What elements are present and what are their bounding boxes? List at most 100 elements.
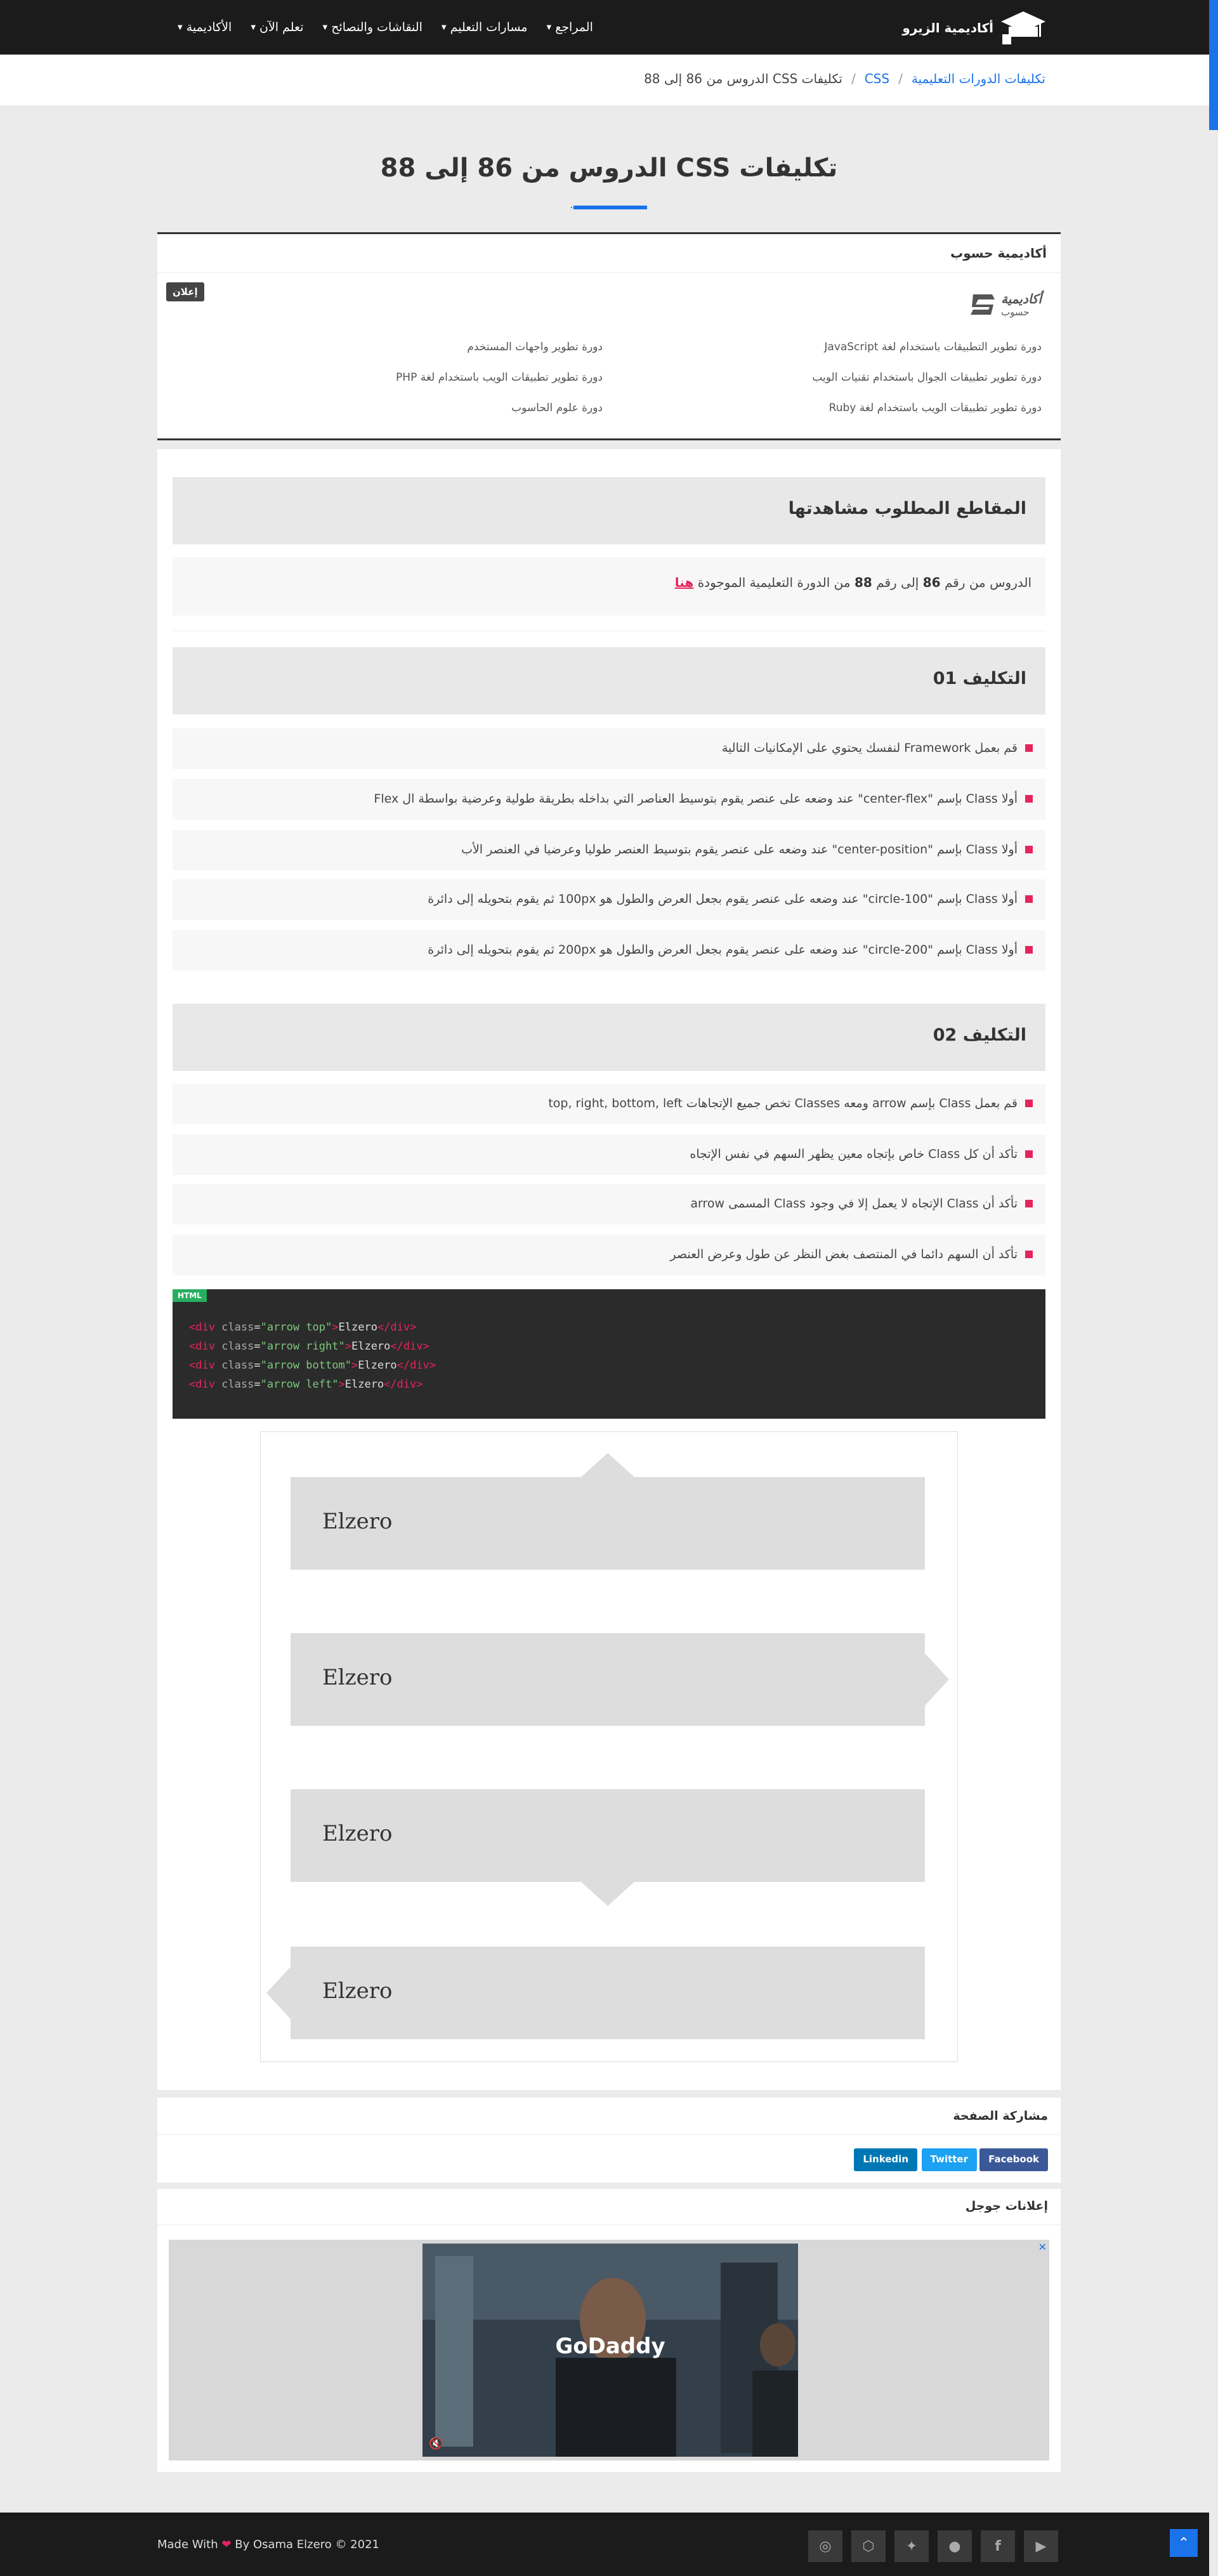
menu-references[interactable]: المراجع ▼ xyxy=(547,20,593,34)
code-line: <div class="arrow bottom">Elzero</div> xyxy=(189,1359,436,1372)
hasoub-logo[interactable]: أكاديمية حسوب xyxy=(969,291,1042,318)
ad-close-icon[interactable]: ✕ xyxy=(1038,2241,1047,2253)
course-link-cs[interactable]: دورة علوم الحاسوب xyxy=(511,402,603,414)
scrollbar-track[interactable] xyxy=(1209,0,1218,2576)
list-item-text: أولا Class بإسم "center-position" عند وض… xyxy=(461,843,1018,857)
ad-area[interactable]: ✕ GoDaddy 🔇 xyxy=(169,2240,1049,2461)
footer-credit: Made With ❤ By Osama Elzero © 2021 xyxy=(157,2538,379,2551)
code-line: <div class="arrow top">Elzero</div> xyxy=(189,1321,417,1334)
task2-heading: التكليف 02 xyxy=(173,1004,1045,1071)
divider xyxy=(157,272,1061,273)
youtube-icon[interactable]: ▶ xyxy=(1024,2530,1058,2562)
heart-icon: ❤ xyxy=(221,2538,232,2551)
chevron-down-icon: ▼ xyxy=(251,23,256,31)
arrow-top-box: Elzero xyxy=(291,1477,925,1570)
ad-video[interactable]: GoDaddy 🔇 xyxy=(422,2244,798,2457)
code-block[interactable]: HTML <div class="arrow top">Elzero</div>… xyxy=(173,1289,1045,1419)
arrow-right-box: Elzero xyxy=(291,1633,925,1726)
twitter-icon[interactable]: ✦ xyxy=(894,2530,929,2562)
google-ads-title: إعلانات جوجل xyxy=(965,2199,1048,2213)
menu-academy[interactable]: الأكاديمية ▼ xyxy=(178,20,232,34)
arrow-right-tip xyxy=(925,1653,949,1705)
chevron-down-icon: ▼ xyxy=(178,23,183,31)
list-item: تأكد أن Class الإتجاه لا يعمل إلا في وجو… xyxy=(173,1184,1045,1225)
hasoub-title: أكاديمية حسوب xyxy=(950,246,1047,261)
list-item-text: أولا Class بإسم "circle-200" عند وضعه عل… xyxy=(428,943,1018,957)
code-text: Elzero xyxy=(351,1340,391,1353)
arrow-box-label: Elzero xyxy=(322,1665,393,1690)
task2-title: التكليف 02 xyxy=(933,1025,1026,1045)
menu-discussions-label: النقاشات والنصائح xyxy=(331,20,422,34)
chevron-down-icon: ▼ xyxy=(546,23,552,31)
list-item-text: قم بعمل Framework لنفسك يحتوي على الإمكا… xyxy=(721,741,1018,755)
breadcrumb-root-link[interactable]: تكليفات الدورات التعليمية xyxy=(912,71,1045,86)
mute-icon[interactable]: 🔇 xyxy=(429,2437,443,2450)
share-twitter-button[interactable]: Twitter xyxy=(921,2148,977,2171)
list-item-text: أولا Class بإسم "center-flex" عند وضعه ع… xyxy=(374,792,1018,806)
breadcrumb-css-link[interactable]: CSS xyxy=(865,71,889,86)
list-item: قم بعمل Class بإسم arrow ومعه Classes تخ… xyxy=(173,1084,1045,1124)
share-facebook-button[interactable]: Facebook xyxy=(979,2148,1048,2171)
watch-here-link[interactable]: هنا xyxy=(675,575,694,590)
breadcrumb-separator: / xyxy=(851,71,856,86)
code-class: arrow left xyxy=(266,1378,332,1391)
code-class: arrow bottom xyxy=(266,1359,345,1372)
square-bullet-icon xyxy=(1025,1150,1033,1158)
code-text: Elzero xyxy=(338,1321,377,1334)
arrow-box-label: Elzero xyxy=(322,1821,393,1846)
hasoub-ad-block: أكاديمية حسوب إعلان أكاديمية حسوب دورة ت… xyxy=(157,232,1061,440)
scrollbar-thumb[interactable] xyxy=(1209,0,1218,130)
footer-by: By Osama Elzero © 2021 xyxy=(235,2538,379,2551)
watch-from: 86 xyxy=(922,575,941,590)
github-icon[interactable]: ● xyxy=(938,2530,972,2562)
code-line: <div class="arrow left">Elzero</div> xyxy=(189,1378,423,1391)
square-bullet-icon xyxy=(1025,895,1033,903)
code-text: Elzero xyxy=(358,1359,397,1372)
square-bullet-icon xyxy=(1025,1251,1033,1258)
scroll-to-top-button[interactable]: ⌃ xyxy=(1170,2529,1198,2557)
hasoub-logo-sub: حسوب xyxy=(1001,306,1030,318)
title-underline-dot xyxy=(570,206,573,209)
google-ads-box: إعلانات جوجل ✕ GoDaddy 🔇 xyxy=(157,2189,1061,2472)
menu-references-label: المراجع xyxy=(555,20,593,34)
share-box: مشاركة الصفحة Facebook Twitter Linkedin xyxy=(157,2098,1061,2183)
arrow-bottom-tip xyxy=(581,1882,634,1906)
menu-tracks[interactable]: مسارات التعليم ▼ xyxy=(442,20,528,34)
list-item: أولا Class بإسم "circle-200" عند وضعه عل… xyxy=(173,930,1045,971)
arrow-top-tip xyxy=(581,1453,634,1477)
menu-academy-label: الأكاديمية xyxy=(186,20,232,34)
arrow-box-label: Elzero xyxy=(322,1509,393,1534)
course-link-php[interactable]: دورة تطوير تطبيقات الويب باستخدام لغة PH… xyxy=(396,371,603,384)
watch-to: 88 xyxy=(854,575,872,590)
course-link-mobile[interactable]: دورة تطوير تطبيقات الجوال باستخدام تقنيا… xyxy=(812,371,1042,384)
codepen-icon[interactable]: ⬡ xyxy=(851,2530,886,2562)
list-item-text: تأكد أن السهم دائما في المنتصف بغض النظر… xyxy=(670,1247,1018,1261)
watch-text-b: إلى رقم xyxy=(876,575,919,590)
share-linkedin-button[interactable]: Linkedin xyxy=(854,2148,917,2171)
list-item-text: أولا Class بإسم "circle-100" عند وضعه عل… xyxy=(428,892,1018,906)
square-bullet-icon xyxy=(1025,846,1033,853)
instagram-icon[interactable]: ◎ xyxy=(808,2530,842,2562)
code-language-tag: HTML xyxy=(173,1289,207,1302)
site-logo-text: أكاديمية الزيرو xyxy=(902,20,993,36)
menu-learn-now[interactable]: تعلم الآن ▼ xyxy=(251,20,303,34)
list-item: أولا Class بإسم "center-position" عند وض… xyxy=(173,830,1045,871)
course-link-javascript[interactable]: دورة تطوير التطبيقات باستخدام لغة JavaSc… xyxy=(824,341,1042,353)
list-item: أولا Class بإسم "center-flex" عند وضعه ع… xyxy=(173,779,1045,820)
menu-discussions[interactable]: النقاشات والنصائح ▼ xyxy=(323,20,422,34)
site-logo[interactable]: أكاديمية الزيرو xyxy=(902,9,1047,47)
hasoub-logo-icon xyxy=(971,294,995,315)
breadcrumb-separator: / xyxy=(898,71,903,86)
square-bullet-icon xyxy=(1025,1200,1033,1207)
facebook-icon[interactable]: f xyxy=(981,2530,1015,2562)
chevron-down-icon: ▼ xyxy=(441,23,447,31)
social-links: ◎ ⬡ ✦ ● f ▶ xyxy=(808,2530,1058,2562)
graduation-cap-icon xyxy=(1001,11,1045,44)
course-link-ui[interactable]: دورة تطوير واجهات المستخدم xyxy=(467,341,603,353)
watch-text-c: من الدورة التعليمية الموجودة xyxy=(697,575,851,590)
course-link-ruby[interactable]: دورة تطوير تطبيقات الويب باستخدام لغة Ru… xyxy=(829,402,1042,414)
watch-section-heading: المقاطع المطلوب مشاهدتها xyxy=(173,477,1045,544)
footer-made-with: Made With xyxy=(157,2538,218,2551)
code-class: arrow right xyxy=(266,1340,339,1353)
main-menu: الأكاديمية ▼ تعلم الآن ▼ النقاشات والنصائح… xyxy=(178,0,593,55)
